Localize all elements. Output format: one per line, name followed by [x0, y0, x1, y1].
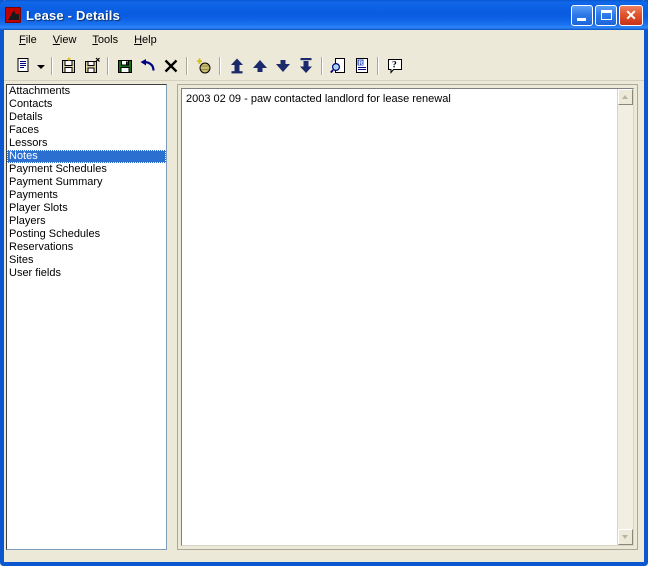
preview-icon[interactable] — [327, 55, 350, 77]
title-bar[interactable]: Lease - Details ✕ — [0, 0, 648, 30]
sidebar-item-posting-schedules[interactable]: Posting Schedules — [7, 228, 166, 241]
menu-item-view[interactable]: View — [45, 32, 85, 49]
notes-textarea[interactable]: 2003 02 09 - paw contacted landlord for … — [181, 88, 634, 546]
toolbar: R ? — [4, 51, 644, 81]
toolbar-separator — [321, 57, 323, 75]
toolbar-separator — [107, 57, 109, 75]
sidebar-item-sites[interactable]: Sites — [7, 254, 166, 267]
scroll-down-button[interactable] — [618, 529, 633, 545]
sidebar-item-notes[interactable]: Notes — [7, 150, 166, 163]
sidebar-item-attachments[interactable]: Attachments — [7, 85, 166, 98]
minimize-button[interactable] — [571, 5, 593, 26]
delete-icon[interactable] — [159, 55, 182, 77]
section-list[interactable]: Attachments Contacts Details Faces Lesso… — [6, 84, 167, 550]
sidebar-item-payments[interactable]: Payments — [7, 189, 166, 202]
svg-text:?: ? — [392, 60, 397, 70]
window-controls: ✕ — [571, 5, 643, 26]
first-record-icon[interactable] — [225, 55, 248, 77]
sidebar-item-faces[interactable]: Faces — [7, 124, 166, 137]
menu-bar: File View Tools Help — [4, 30, 644, 51]
app-icon — [5, 7, 21, 23]
save-close-icon[interactable] — [80, 55, 103, 77]
close-icon: ✕ — [620, 6, 642, 25]
menu-item-tools[interactable]: Tools — [84, 32, 126, 49]
close-button[interactable]: ✕ — [619, 5, 643, 26]
undo-icon[interactable] — [136, 55, 159, 77]
save-icon[interactable] — [113, 55, 136, 77]
application-window: Lease - Details ✕ File View Tools Help — [0, 0, 648, 566]
minimize-icon — [577, 18, 586, 21]
menu-item-help[interactable]: Help — [126, 32, 165, 49]
window-title: Lease - Details — [26, 8, 571, 23]
notes-text[interactable]: 2003 02 09 - paw contacted landlord for … — [186, 92, 615, 106]
maximize-button[interactable] — [595, 5, 617, 26]
next-record-icon[interactable] — [271, 55, 294, 77]
chevron-up-icon — [622, 95, 628, 99]
sidebar-item-player-slots[interactable]: Player Slots — [7, 202, 166, 215]
save-new-icon[interactable] — [57, 55, 80, 77]
sidebar-item-user-fields[interactable]: User fields — [7, 267, 166, 280]
client-area: Attachments Contacts Details Faces Lesso… — [4, 82, 644, 562]
sidebar-item-players[interactable]: Players — [7, 215, 166, 228]
new-record-icon[interactable] — [12, 55, 35, 77]
sidebar-item-details[interactable]: Details — [7, 111, 166, 124]
svg-text:R: R — [358, 59, 363, 66]
last-record-icon[interactable] — [294, 55, 317, 77]
menu-item-file[interactable]: File — [11, 32, 45, 49]
report-icon[interactable]: R — [350, 55, 373, 77]
notes-panel: 2003 02 09 - paw contacted landlord for … — [177, 84, 638, 550]
chevron-down-icon — [622, 535, 628, 539]
add-item-icon[interactable] — [192, 55, 215, 77]
help-icon[interactable]: ? — [383, 55, 406, 77]
sidebar-item-payment-summary[interactable]: Payment Summary — [7, 176, 166, 189]
new-record-dropdown-icon[interactable] — [35, 55, 47, 77]
toolbar-separator — [51, 57, 53, 75]
notes-vertical-scrollbar[interactable] — [617, 89, 633, 545]
toolbar-separator — [186, 57, 188, 75]
sidebar-item-contacts[interactable]: Contacts — [7, 98, 166, 111]
toolbar-separator — [219, 57, 221, 75]
maximize-icon — [601, 10, 612, 20]
sidebar-item-reservations[interactable]: Reservations — [7, 241, 166, 254]
scroll-up-button[interactable] — [618, 89, 633, 105]
sidebar-item-lessors[interactable]: Lessors — [7, 137, 166, 150]
toolbar-separator — [377, 57, 379, 75]
sidebar-item-payment-schedules[interactable]: Payment Schedules — [7, 163, 166, 176]
previous-record-icon[interactable] — [248, 55, 271, 77]
